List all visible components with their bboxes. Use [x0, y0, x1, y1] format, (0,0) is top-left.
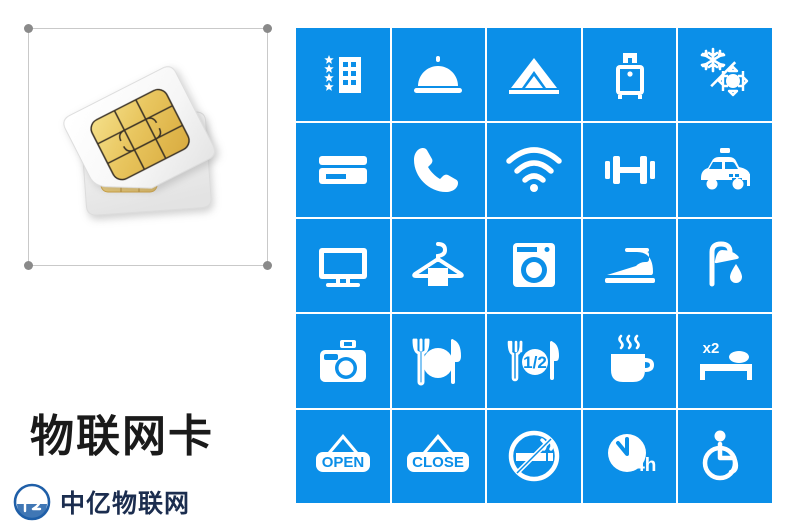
icon-tile-telephone[interactable] [391, 123, 486, 217]
icon-tile-air-conditioning[interactable] [678, 28, 772, 122]
brand-name-label: 中亿物联网 [60, 489, 191, 518]
page-title: 物联网卡 [30, 411, 214, 462]
icon-tile-restaurant[interactable] [391, 314, 486, 408]
icon-tile-television[interactable] [296, 218, 390, 313]
dumbbell-icon [604, 156, 655, 185]
double-bed-count-label: x2 [703, 340, 720, 357]
half-board-label: 1/2 [523, 353, 547, 372]
icon-tile-tent-camping[interactable] [487, 28, 581, 122]
double-bed-icon: x2 [700, 340, 753, 380]
hotel-stars-icon [324, 54, 361, 99]
icon-tile-hotel-stars[interactable] [296, 28, 390, 122]
icon-tile-camera[interactable] [296, 314, 390, 408]
wheelchair-access-icon [702, 430, 739, 481]
icon-tile-credit-card[interactable] [296, 123, 390, 217]
icon-tile-wheelchair-access[interactable] [678, 409, 772, 503]
half-board-icon: 1/2 [507, 340, 559, 382]
sim-card-photo [63, 66, 216, 216]
icon-tile-no-smoking[interactable] [487, 409, 581, 503]
amenity-icon-grid: 1/2 x2 OPEN CLOSE 24h [296, 28, 772, 503]
wifi-icon [506, 147, 562, 193]
washing-machine-icon [512, 243, 555, 288]
selection-handle-top-right[interactable] [263, 24, 272, 33]
open-sign-icon: OPEN [315, 434, 370, 473]
restaurant-icon [412, 338, 462, 386]
icon-tile-open-sign[interactable]: OPEN [296, 409, 390, 503]
icon-tile-luggage[interactable] [582, 28, 677, 122]
credit-card-icon [318, 156, 367, 185]
icon-tile-taxi[interactable] [678, 123, 772, 217]
icon-tile-dumbbell[interactable] [582, 123, 677, 217]
brand-logo-icon [13, 483, 51, 521]
camera-icon [319, 339, 366, 382]
brand-watermark: 中亿物联网 [12, 482, 190, 522]
air-conditioning-icon [700, 47, 749, 96]
icon-tile-wifi[interactable] [487, 123, 581, 217]
clothes-hanger-icon [412, 242, 465, 287]
icon-tile-twenty-four-hour[interactable]: 24h [582, 409, 677, 503]
twenty-four-hour-label: 24h [623, 455, 656, 476]
open-sign-label: OPEN [322, 454, 365, 471]
icon-tile-double-bed[interactable]: x2 [678, 314, 772, 408]
icon-tile-half-board[interactable]: 1/2 [487, 314, 581, 408]
close-sign-icon: CLOSE [407, 434, 470, 473]
icon-tile-coffee[interactable] [582, 314, 677, 408]
taxi-icon [701, 148, 751, 190]
icon-tile-iron[interactable] [582, 218, 677, 313]
shower-icon [709, 241, 743, 287]
selection-handle-top-left[interactable] [24, 24, 33, 33]
selection-handle-bottom-left[interactable] [24, 261, 33, 270]
selection-handle-bottom-right[interactable] [263, 261, 272, 270]
twenty-four-hour-icon: 24h [607, 434, 656, 476]
icon-tile-shower[interactable] [678, 218, 772, 313]
room-service-bell-icon [414, 55, 463, 93]
tent-camping-icon [508, 57, 559, 94]
television-icon [318, 248, 367, 288]
luggage-icon [615, 52, 644, 99]
icon-tile-washing-machine[interactable] [487, 218, 581, 313]
close-sign-label: CLOSE [413, 454, 465, 471]
icon-tile-room-service[interactable] [391, 28, 486, 122]
iron-icon [604, 248, 655, 284]
coffee-cup-icon [610, 334, 654, 382]
no-smoking-icon [508, 431, 560, 482]
icon-tile-close-sign[interactable]: CLOSE [391, 409, 486, 503]
telephone-icon [414, 148, 459, 193]
product-preview-panel: 物联网卡 中亿物联网 [0, 0, 290, 532]
icon-tile-clothes-hanger[interactable] [391, 218, 486, 313]
